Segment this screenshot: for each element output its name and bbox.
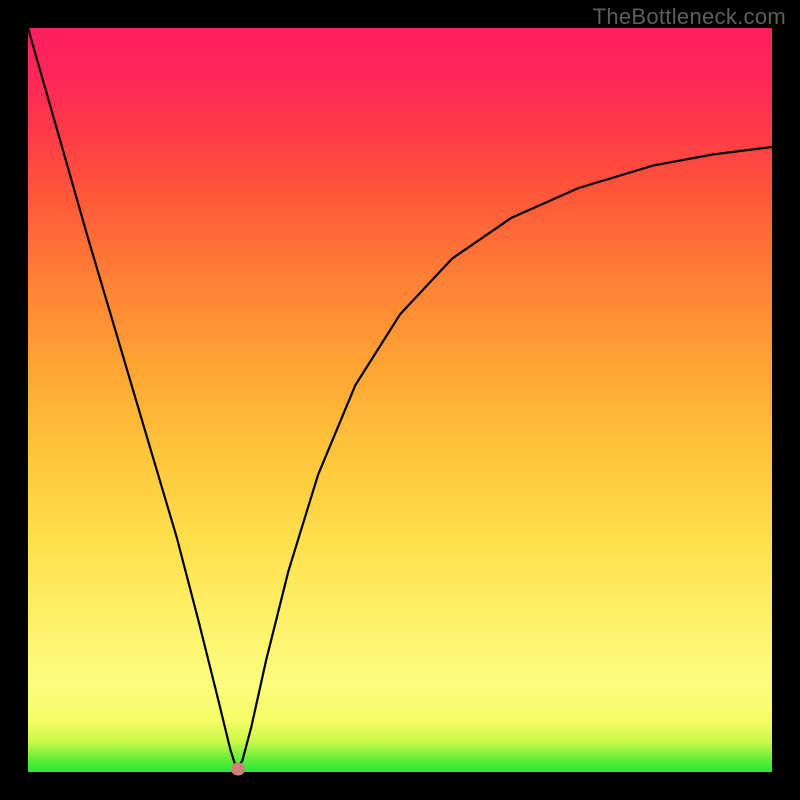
chart-frame: TheBottleneck.com	[0, 0, 800, 800]
plot-area	[28, 28, 772, 772]
watermark-text: TheBottleneck.com	[593, 4, 786, 30]
bottleneck-curve	[28, 28, 772, 772]
optimum-marker	[231, 763, 245, 776]
